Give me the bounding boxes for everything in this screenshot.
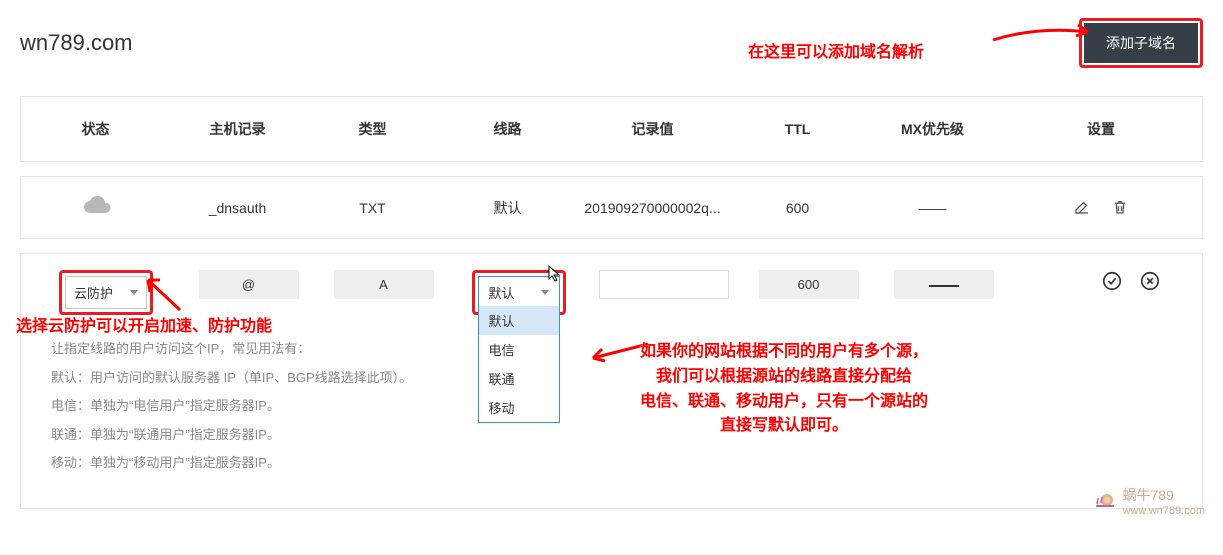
col-value: 记录值	[575, 96, 730, 162]
cloud-icon	[80, 195, 112, 217]
add-subdomain-button[interactable]: 添加子域名	[1084, 23, 1198, 63]
col-status: 状态	[20, 96, 170, 162]
help-line: 电信：单独为“电信用户”指定服务器IP。	[51, 392, 1172, 421]
help-line: 移动：单独为“移动用户”指定服务器IP。	[51, 449, 1172, 478]
page-title: wn789.com	[20, 30, 133, 56]
cell-type: TXT	[305, 176, 440, 239]
line-option[interactable]: 默认	[479, 306, 559, 335]
mx-display	[894, 270, 994, 299]
confirm-icon[interactable]	[1101, 270, 1123, 292]
add-record-panel: 云防护 默认	[20, 253, 1203, 509]
line-dropdown: 默认 电信 联通 移动	[478, 306, 560, 423]
host-input[interactable]	[199, 270, 299, 299]
cancel-icon[interactable]	[1139, 270, 1161, 292]
help-intro: 让指定线路的用户访问这个IP，常见用法有：	[51, 335, 1172, 364]
cell-value: 201909270000002q...	[575, 176, 730, 239]
watermark-url: www.wn789.com	[1122, 505, 1205, 517]
dns-records-table: 状态 主机记录 类型 线路 记录值 TTL MX优先级 设置 _dnsauth …	[20, 96, 1203, 239]
cell-line: 默认	[440, 176, 575, 239]
chevron-down-icon	[541, 290, 549, 295]
protection-value: 云防护	[74, 283, 113, 302]
ttl-input[interactable]	[759, 270, 859, 299]
line-select[interactable]: 默认	[478, 276, 560, 309]
protection-select[interactable]: 云防护	[65, 276, 147, 309]
help-text: 让指定线路的用户访问这个IP，常见用法有： 默认：用户访问的默认服务器 IP（单…	[21, 325, 1202, 508]
add-subdomain-highlight: 添加子域名	[1079, 18, 1203, 68]
delete-icon[interactable]	[1109, 196, 1131, 218]
cell-host: _dnsauth	[170, 176, 305, 239]
col-host: 主机记录	[170, 96, 305, 162]
edit-icon[interactable]	[1071, 196, 1093, 218]
help-line: 默认：用户访问的默认服务器 IP（单IP、BGP线路选择此项）。	[51, 364, 1172, 393]
cell-mx: ——	[865, 176, 1000, 239]
col-ttl: TTL	[730, 96, 865, 162]
line-highlight: 默认 默认 电信 联通 移动	[472, 270, 566, 315]
line-option[interactable]: 联通	[479, 364, 559, 393]
line-option[interactable]: 电信	[479, 335, 559, 364]
col-line: 线路	[440, 96, 575, 162]
chevron-down-icon	[130, 290, 138, 295]
line-option[interactable]: 移动	[479, 393, 559, 422]
watermark-name: 蜗牛789	[1122, 485, 1205, 505]
value-input[interactable]	[599, 270, 729, 299]
watermark: 蜗牛789 www.wn789.com	[1094, 485, 1205, 517]
line-selected-value: 默认	[489, 283, 515, 302]
type-input[interactable]	[334, 270, 434, 299]
snail-icon	[1094, 490, 1118, 511]
col-type: 类型	[305, 96, 440, 162]
help-line: 联通：单独为“联通用户”指定服务器IP。	[51, 421, 1172, 450]
protection-highlight: 云防护	[59, 270, 153, 315]
cell-ttl: 600	[730, 176, 865, 239]
col-mx: MX优先级	[865, 96, 1000, 162]
table-row: _dnsauth TXT 默认 201909270000002q... 600 …	[20, 176, 1203, 239]
col-settings: 设置	[1000, 96, 1203, 162]
